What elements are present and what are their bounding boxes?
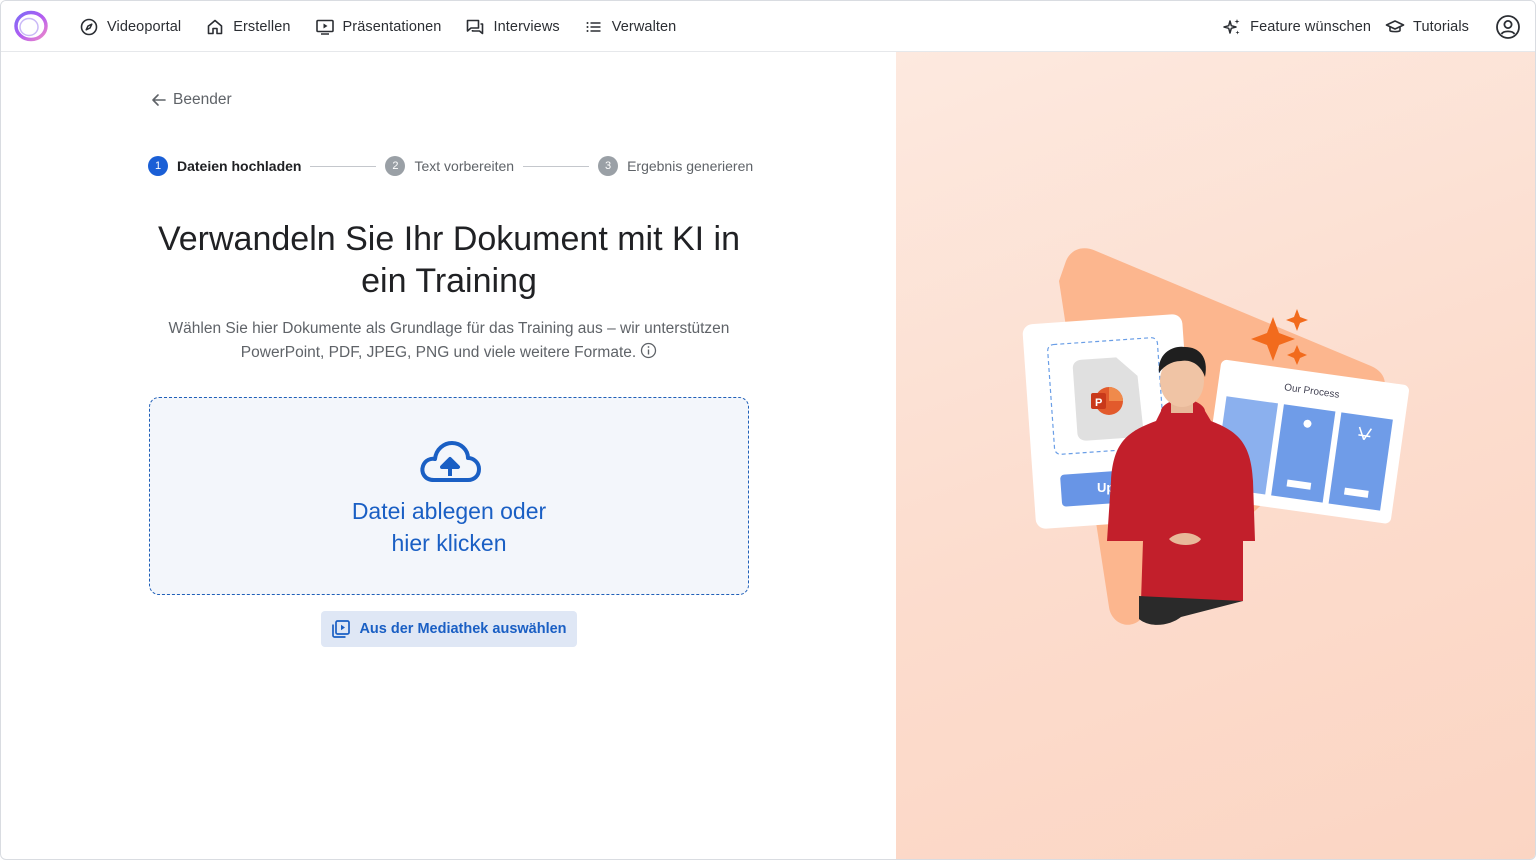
back-label: Beender (173, 91, 232, 108)
media-library-icon (332, 620, 351, 638)
graduation-cap-icon (1385, 19, 1405, 32)
back-link[interactable]: Beender (151, 91, 232, 109)
sparkles-icon (1223, 18, 1240, 34)
step-number: 1 (148, 156, 168, 176)
progress-stepper: 1 Dateien hochladen 2 Text vorbereiten 3… (148, 155, 753, 177)
step-label: Dateien hochladen (177, 158, 302, 174)
user-avatar-icon (1496, 14, 1520, 39)
account-button[interactable] (1495, 1, 1521, 52)
tutorials-link[interactable]: Tutorials (1385, 1, 1469, 52)
nav-interviews[interactable]: Interviews (465, 1, 560, 52)
step-label: Text vorbereiten (414, 158, 515, 174)
nav-praesentationen[interactable]: Präsentationen (315, 1, 442, 52)
nav-label: Verwalten (611, 18, 677, 35)
main-nav: Videoportal Erstellen Präsentationen Int… (79, 1, 700, 52)
dropzone-line-1: Datei ablegen oder (351, 498, 547, 524)
tutorials-label: Tutorials (1413, 18, 1469, 35)
training-illustration: P Upl Our Process (1022, 248, 1409, 625)
step-connector (310, 165, 377, 167)
step-number: 3 (598, 156, 619, 176)
home-icon (207, 19, 223, 34)
step-number: 2 (385, 156, 406, 176)
step-prepare-text: 2 Text vorbereiten (385, 156, 514, 176)
file-dropzone[interactable]: Datei ablegen oder hier klicken (149, 397, 749, 595)
media-library-button[interactable]: Aus der Mediathek auswählen (321, 611, 577, 647)
nav-label: Interviews (493, 18, 560, 35)
dropzone-text: Datei ablegen oder hier klicken (150, 495, 748, 559)
step-generate-result: 3 Ergebnis generieren (598, 156, 753, 176)
nav-erstellen[interactable]: Erstellen (205, 1, 290, 52)
app-frame: Videoportal Erstellen Präsentationen Int… (0, 0, 1536, 860)
step-label: Ergebnis generieren (627, 158, 754, 174)
compass-icon (80, 18, 98, 35)
page-description: Wählen Sie hier Dokumente als Grundlage … (149, 317, 749, 365)
nav-label: Präsentationen (342, 18, 442, 35)
chat-icon (467, 19, 484, 34)
feature-request-link[interactable]: Feature wünschen (1222, 1, 1371, 52)
top-navigation-bar: Videoportal Erstellen Präsentationen Int… (1, 1, 1535, 52)
dropzone-line-2: hier klicken (391, 530, 507, 556)
arrow-left-icon (152, 94, 166, 106)
feature-request-label: Feature wünschen (1250, 18, 1372, 35)
nav-verwalten[interactable]: Verwalten (584, 1, 677, 52)
list-icon (586, 21, 601, 32)
page-title: Verwandeln Sie Ihr Dokument mit KI in ei… (157, 220, 741, 300)
nav-videoportal[interactable]: Videoportal (79, 1, 181, 52)
step-upload: 1 Dateien hochladen (148, 156, 301, 176)
nav-label: Erstellen (233, 18, 291, 35)
nav-right: Feature wünschen Tutorials (1222, 1, 1521, 52)
presentation-icon (315, 19, 334, 35)
app-logo-icon[interactable] (14, 10, 48, 42)
nav-label: Videoportal (107, 18, 182, 35)
info-icon[interactable] (640, 342, 657, 359)
step-connector (523, 165, 590, 167)
media-library-label: Aus der Mediathek auswählen (359, 621, 567, 637)
svg-text:P: P (1095, 397, 1102, 409)
cloud-upload-icon (420, 441, 481, 482)
